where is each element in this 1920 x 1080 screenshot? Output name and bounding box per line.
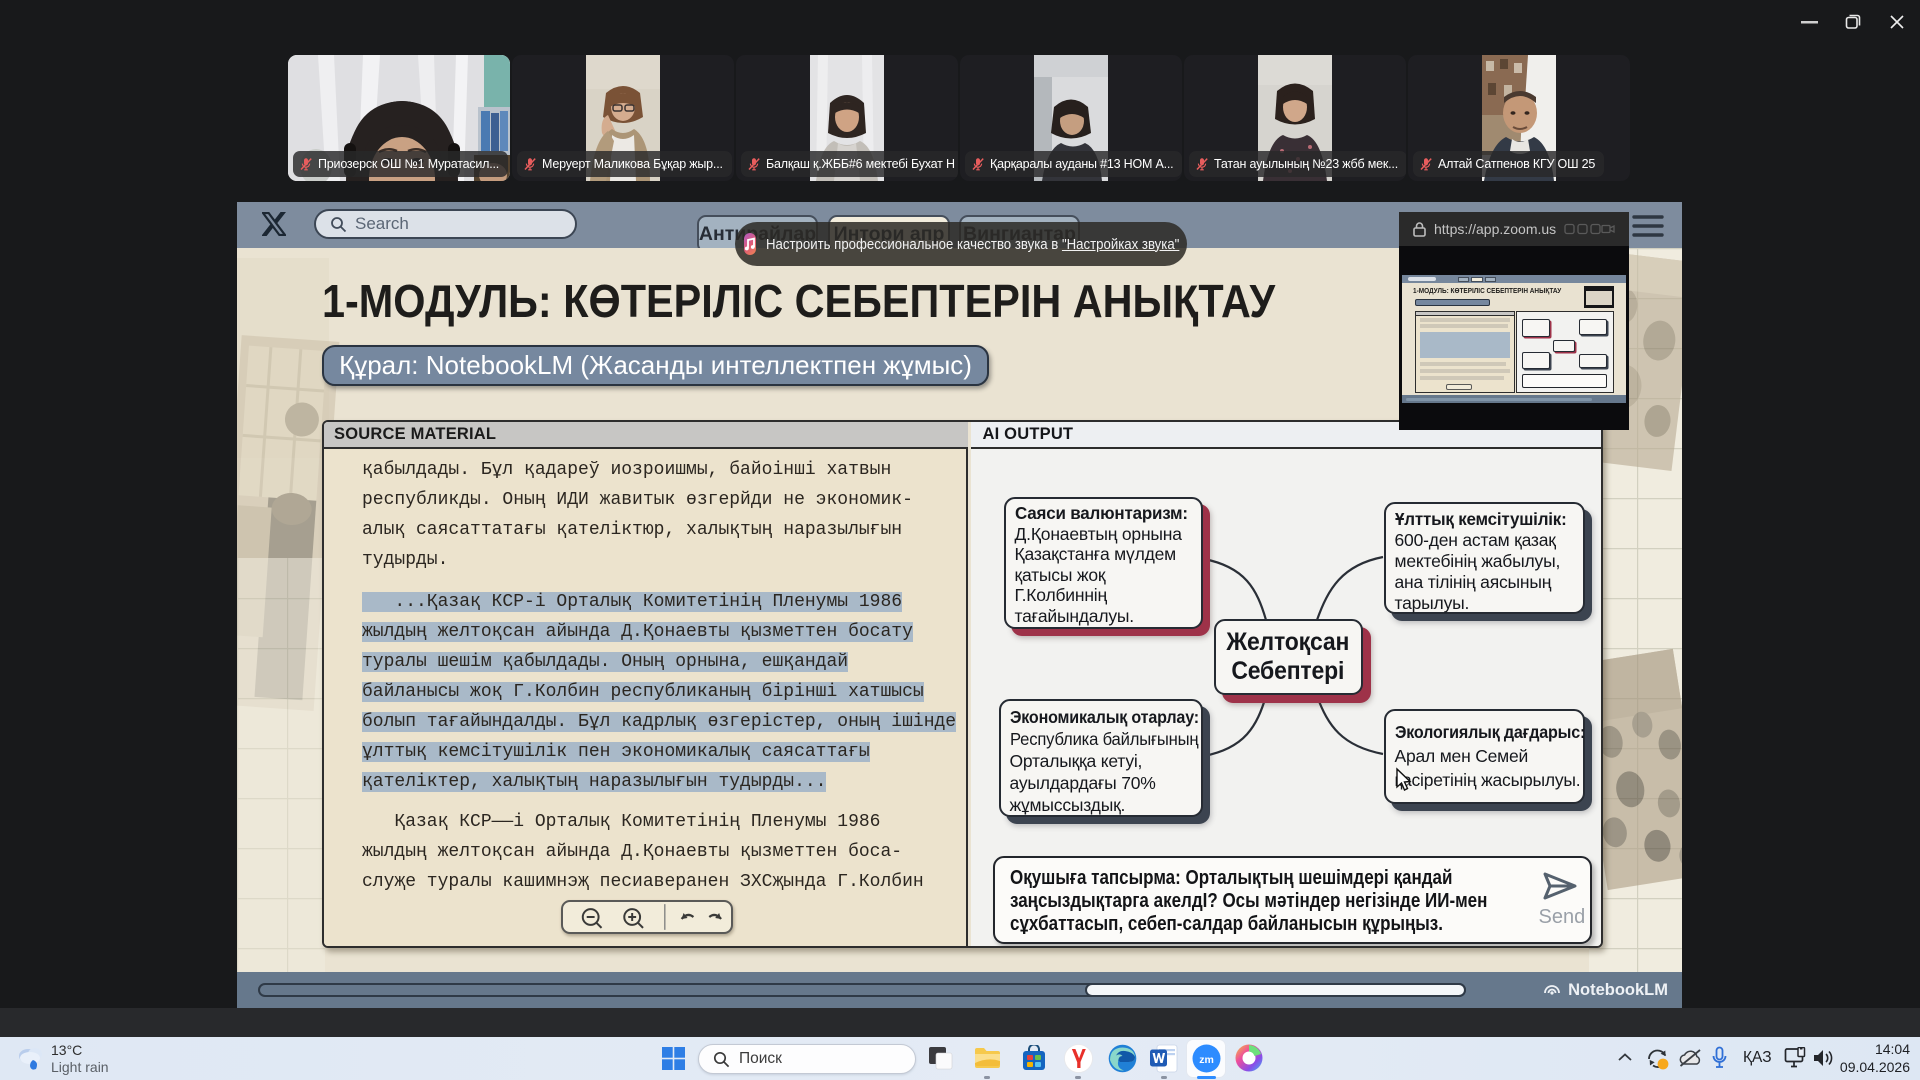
svg-text:zm: zm <box>1199 1054 1214 1066</box>
